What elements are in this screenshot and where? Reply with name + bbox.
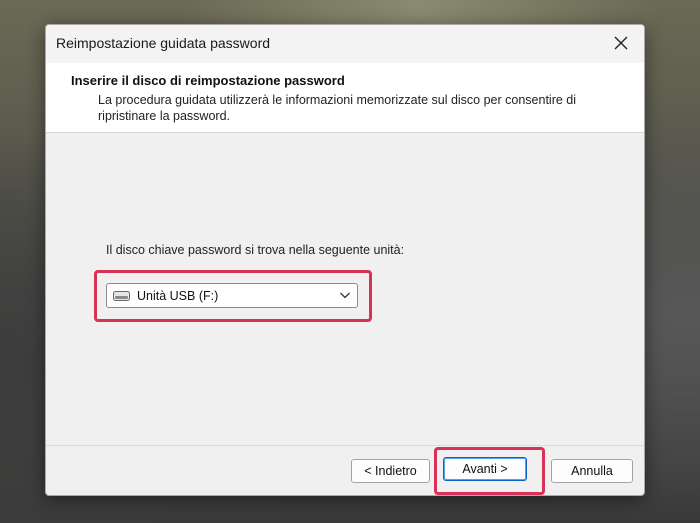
header-title: Inserire il disco di reimpostazione pass… (71, 73, 345, 88)
chevron-down-icon (340, 292, 350, 299)
close-button[interactable] (598, 25, 644, 61)
cancel-button[interactable]: Annulla (551, 459, 633, 483)
drive-select-label: Il disco chiave password si trova nella … (106, 243, 405, 257)
close-icon (614, 36, 628, 50)
drive-select[interactable]: Unità USB (F:) (106, 283, 358, 308)
back-button[interactable]: < Indietro (351, 459, 430, 483)
footer-separator (46, 445, 644, 446)
header-description: La procedura guidata utilizzerà le infor… (98, 93, 577, 123)
next-button[interactable]: Avanti > (443, 457, 527, 481)
window-title: Reimpostazione guidata password (56, 35, 271, 51)
title-bar: Reimpostazione guidata password (46, 25, 644, 63)
password-reset-wizard-dialog: Reimpostazione guidata password Inserire… (45, 24, 645, 496)
drive-select-value: Unità USB (F:) (137, 289, 219, 303)
wizard-header: Inserire il disco di reimpostazione pass… (46, 63, 644, 133)
usb-drive-icon (113, 291, 130, 301)
